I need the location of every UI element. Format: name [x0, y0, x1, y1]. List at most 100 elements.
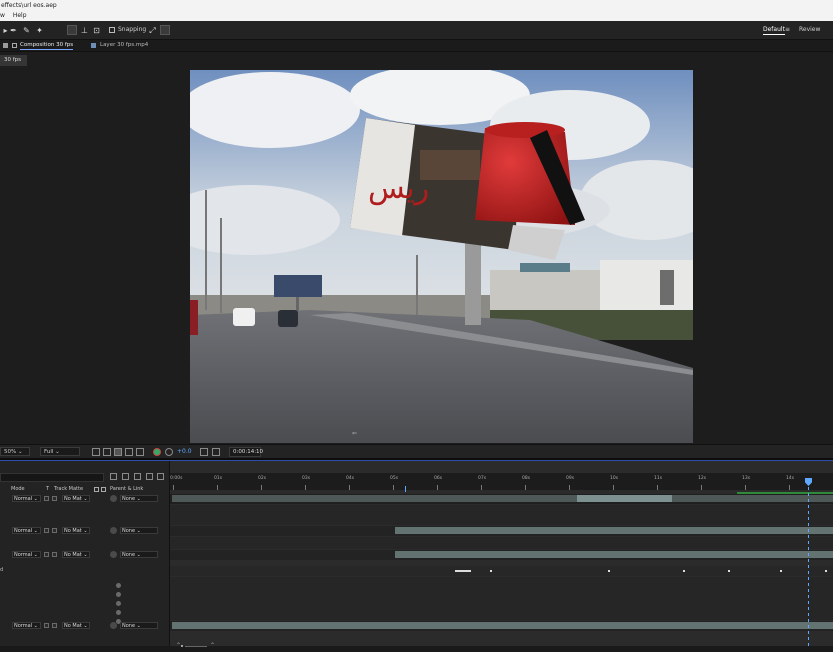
current-time-indicator-line	[808, 487, 809, 652]
matte-source-icon[interactable]	[52, 496, 57, 501]
property-dot[interactable]	[116, 592, 121, 597]
graph-editor-icon[interactable]	[157, 473, 164, 480]
exposure-reset-icon[interactable]	[165, 448, 173, 456]
pickwhip-icon[interactable]	[110, 495, 117, 502]
keyframe[interactable]	[728, 570, 730, 572]
current-time-display[interactable]: 0:00:14:10	[229, 447, 263, 457]
matte-source-icon[interactable]	[52, 528, 57, 533]
keyframe[interactable]	[490, 570, 492, 572]
matte-source-icon[interactable]	[52, 623, 57, 628]
keyframe[interactable]	[825, 570, 827, 572]
show-snapshot-icon[interactable]	[212, 448, 220, 456]
keyframe[interactable]	[683, 570, 685, 572]
zoom-in-icon[interactable]: ⌃	[210, 642, 215, 649]
snap-options-icon[interactable]: ⤢	[147, 25, 158, 36]
zoom-slider-track[interactable]	[185, 646, 207, 647]
grid-guides-icon[interactable]	[125, 448, 133, 456]
parent-dropdown[interactable]: None ⌄	[120, 527, 158, 534]
preserve-transparency-checkbox[interactable]	[44, 528, 49, 533]
brush-tool-icon[interactable]: ✎	[21, 25, 32, 36]
mode-dropdown[interactable]: Normal ⌄	[12, 622, 41, 629]
zoom-dropdown[interactable]: 50% ⌄	[0, 447, 30, 456]
zoom-value: 50%	[4, 449, 17, 455]
empty-track	[170, 505, 833, 525]
comp-flowchart-icon[interactable]	[110, 473, 117, 480]
resolution-dropdown[interactable]: Full ⌄	[40, 447, 80, 456]
mode-dropdown[interactable]: Normal ⌄	[12, 495, 41, 502]
exposure-value[interactable]: +0.0	[177, 448, 192, 455]
panel-menu-icon[interactable]	[3, 43, 8, 48]
lock-icon[interactable]	[12, 43, 17, 48]
parent-dropdown[interactable]: None ⌄	[120, 495, 158, 502]
workspace-menu-icon[interactable]: ≡	[785, 26, 790, 33]
menu-item-help[interactable]: Help	[13, 12, 27, 19]
preserve-transparency-checkbox[interactable]	[44, 496, 49, 501]
effect-keyframe-track[interactable]	[170, 566, 833, 576]
layer-duration-bar[interactable]	[395, 527, 833, 534]
timeline-zoom-slider[interactable]: ⌃ ⌃	[176, 642, 226, 650]
property-dot[interactable]	[116, 601, 121, 606]
work-area-start-marker[interactable]	[405, 486, 406, 492]
track-matte-dropdown[interactable]: No Mat ⌄	[62, 551, 90, 558]
local-axis-icon[interactable]	[67, 25, 77, 35]
channel-icon[interactable]	[136, 448, 144, 456]
keyframe[interactable]	[608, 570, 610, 572]
mode-dropdown[interactable]: Normal ⌄	[12, 527, 41, 534]
property-dot[interactable]	[116, 610, 121, 615]
track-matte-dropdown[interactable]: No Mat ⌄	[62, 622, 90, 629]
mode-dropdown[interactable]: Normal ⌄	[12, 551, 41, 558]
frame-blending-icon[interactable]	[146, 473, 153, 480]
time-ruler[interactable]: 0:00s 01s 02s 03s 04s 05s 06s 07s 08s 09…	[170, 473, 833, 490]
track-matte-dropdown[interactable]: No Mat ⌄	[62, 527, 90, 534]
shy-layers-icon[interactable]	[134, 473, 141, 480]
world-axis-icon[interactable]: ⊥	[79, 25, 90, 36]
pen-tool-icon[interactable]: ✒	[8, 25, 19, 36]
keyframe[interactable]	[780, 570, 782, 572]
parent-dropdown[interactable]: None ⌄	[120, 622, 158, 629]
layer-row[interactable]: Normal ⌄ No Mat ⌄ None ⌄	[0, 550, 170, 560]
layer-row[interactable]: Normal ⌄ No Mat ⌄ None ⌄	[0, 621, 170, 631]
timeline-graph[interactable]: 0:00s 01s 02s 03s 04s 05s 06s 07s 08s 09…	[170, 461, 833, 652]
snapping-checkbox[interactable]	[109, 27, 115, 33]
layer-track[interactable]	[170, 621, 833, 631]
layer-row[interactable]: Normal ⌄ No Mat ⌄ None ⌄	[0, 526, 170, 536]
transparency-grid-icon[interactable]	[103, 448, 111, 456]
pickwhip-icon[interactable]	[110, 622, 117, 629]
layer-track[interactable]	[170, 526, 833, 536]
keyframe-cluster[interactable]	[455, 570, 471, 572]
workspace-review[interactable]: Review	[799, 26, 820, 33]
zoom-slider-thumb[interactable]	[181, 645, 183, 647]
matte-source-icon[interactable]	[52, 552, 57, 557]
preserve-transparency-checkbox[interactable]	[44, 552, 49, 557]
layer-duration-bar[interactable]	[172, 622, 833, 629]
layer-track[interactable]	[170, 550, 833, 560]
tab-composition[interactable]: Composition 30 fps	[20, 42, 74, 50]
snapshot-icon[interactable]	[200, 448, 208, 456]
layer-duration-bar[interactable]	[172, 495, 577, 502]
property-dot[interactable]	[116, 583, 121, 588]
pickwhip-icon[interactable]	[110, 551, 117, 558]
pickwhip-icon[interactable]	[110, 527, 117, 534]
layer-search-input[interactable]	[0, 473, 104, 482]
layer-track[interactable]	[170, 494, 833, 504]
region-of-interest-icon[interactable]	[92, 448, 100, 456]
snap-toggle-icon[interactable]	[160, 25, 170, 35]
composition-subtab[interactable]: 30 fps	[0, 55, 27, 66]
effect-row-label: d	[0, 567, 4, 573]
layer-duration-bar[interactable]	[395, 551, 833, 558]
color-channel-icon[interactable]	[153, 448, 161, 456]
mask-visibility-icon[interactable]	[114, 448, 122, 456]
col-matte-icon	[94, 487, 99, 492]
layer-row[interactable]: Normal ⌄ No Mat ⌄ None ⌄	[0, 494, 170, 504]
pin-tool-icon[interactable]: ✦	[34, 25, 45, 36]
preserve-transparency-checkbox[interactable]	[44, 623, 49, 628]
composition-viewer[interactable]: ريس ⇐	[0, 66, 833, 444]
draft-3d-icon[interactable]	[122, 473, 129, 480]
parent-dropdown[interactable]: None ⌄	[120, 551, 158, 558]
workspace-default[interactable]: Default	[763, 26, 785, 35]
layer-duration-bar-selected[interactable]	[577, 495, 672, 502]
view-axis-icon[interactable]: ⊡	[91, 25, 102, 36]
track-matte-dropdown[interactable]: No Mat ⌄	[62, 495, 90, 502]
tab-layer[interactable]: Layer 30 fps.mp4	[100, 42, 148, 48]
menu-item-window[interactable]: w	[0, 12, 5, 19]
